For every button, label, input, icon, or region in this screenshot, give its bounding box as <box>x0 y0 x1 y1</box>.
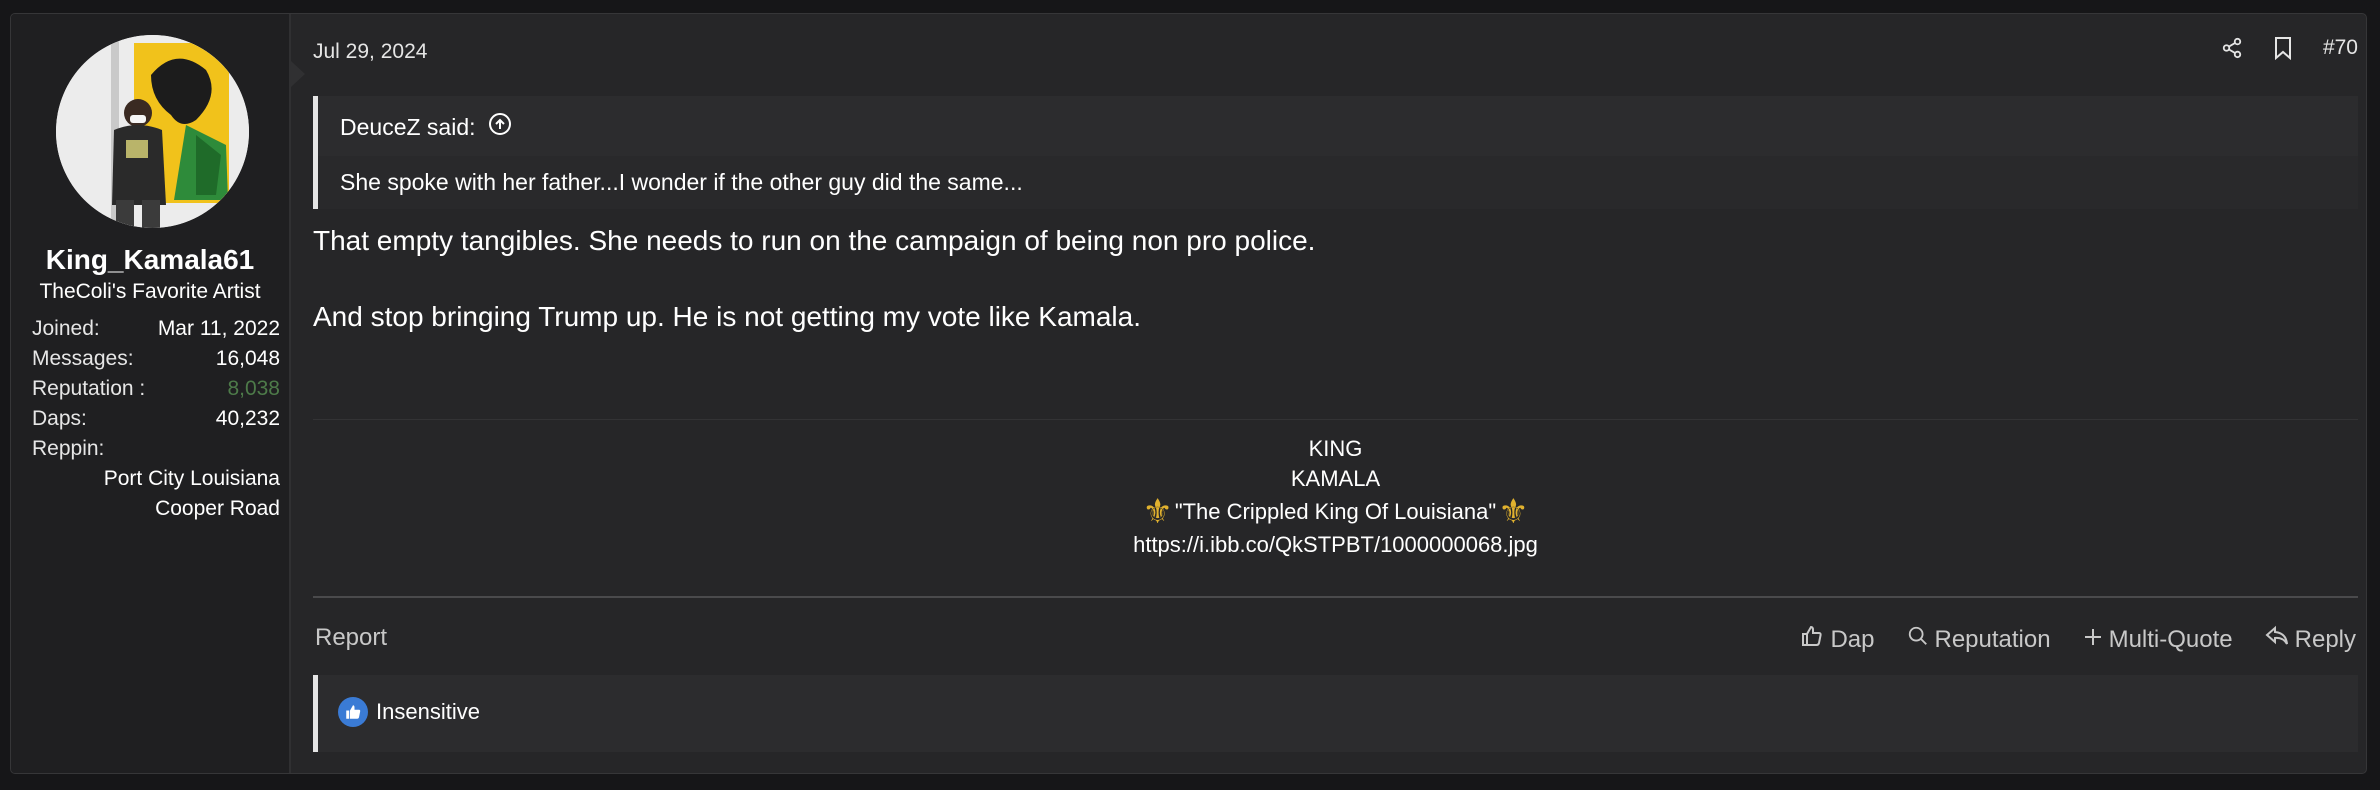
signature-url[interactable]: https://i.ibb.co/QkSTPBT/1000000068.jpg <box>313 530 2358 560</box>
signature-quote-text: "The Crippled King Of Louisiana" <box>1174 499 1497 524</box>
post-number[interactable]: #70 <box>2323 36 2358 60</box>
dap-label: Dap <box>1830 625 1875 653</box>
dap-button[interactable]: Dap <box>1800 624 1875 655</box>
multi-quote-button[interactable]: Multi-Quote <box>2083 626 2233 654</box>
fleur-de-lis-icon: ⚜ <box>1142 493 1173 531</box>
reputation-button[interactable]: Reputation <box>1907 625 2051 654</box>
report-link[interactable]: Report <box>315 624 387 652</box>
avatar-image <box>56 35 249 228</box>
message-paragraph: That empty tangibles. She needs to run o… <box>313 225 1316 256</box>
stat-key: Daps: <box>32 407 87 430</box>
post-main: Jul 29, 2024 #70 DeuceZ said: She spoke … <box>313 14 2358 773</box>
message-paragraph: And stop bringing Trump up. He is not ge… <box>313 301 1141 332</box>
quote-author: DeuceZ said: <box>340 113 476 140</box>
reputation-label: Reputation <box>1934 625 2051 653</box>
reactions-bar: Insensitive <box>313 675 2358 752</box>
stat-reppin: Reppin: <box>32 434 280 464</box>
fleur-de-lis-icon: ⚜ <box>1498 493 1529 531</box>
reply-button[interactable]: Reply <box>2265 625 2356 654</box>
stat-messages: Messages: 16,048 <box>32 344 280 374</box>
stat-daps: Daps: 40,232 <box>32 404 280 434</box>
username[interactable]: King_Kamala61 <box>11 244 289 276</box>
quote-block: DeuceZ said: She spoke with her father..… <box>313 96 2358 209</box>
bookmark-icon[interactable] <box>2273 36 2293 60</box>
reply-icon <box>2265 625 2289 654</box>
stat-key: Reputation : <box>32 377 146 400</box>
quote-header[interactable]: DeuceZ said: <box>340 112 512 142</box>
sidebar-arrow <box>291 61 305 87</box>
avatar[interactable] <box>56 35 249 228</box>
signature-line: KING <box>1308 436 1363 461</box>
user-stats: Joined: Mar 11, 2022 Messages: 16,048 Re… <box>32 314 280 524</box>
search-icon <box>1907 625 1929 654</box>
stat-key: Joined: <box>32 317 100 340</box>
arrow-up-circle-icon[interactable] <box>488 112 512 142</box>
reaction-label: Insensitive <box>376 699 480 724</box>
forum-post: King_Kamala61 TheColi's Favorite Artist … <box>10 13 2367 774</box>
signature: KING KAMALA ⚜ "The Crippled King Of Loui… <box>313 419 2358 598</box>
stat-value: 8,038 <box>227 377 280 400</box>
stat-value[interactable]: 16,048 <box>216 344 280 374</box>
stat-key: Messages: <box>32 347 134 370</box>
user-sidebar: King_Kamala61 TheColi's Favorite Artist … <box>11 14 291 773</box>
reppin-value: Port City Louisiana Cooper Road <box>103 467 280 520</box>
signature-quote: ⚜ "The Crippled King Of Louisiana" ⚜ <box>313 494 2358 530</box>
quote-text: She spoke with her father...I wonder if … <box>318 156 2358 209</box>
thumbs-up-icon <box>1800 624 1824 655</box>
message-body: That empty tangibles. She needs to run o… <box>313 222 1315 336</box>
post-header-actions: #70 <box>2221 36 2358 60</box>
stat-reputation: Reputation : 8,038 <box>32 374 280 404</box>
stat-value: 40,232 <box>215 407 280 430</box>
like-icon <box>338 697 368 727</box>
post-date[interactable]: Jul 29, 2024 <box>313 40 427 64</box>
plus-icon <box>2083 626 2103 654</box>
share-icon[interactable] <box>2221 37 2243 59</box>
stat-joined: Joined: Mar 11, 2022 <box>32 314 280 344</box>
footer-actions: Dap Reputation Multi-Quote Reply <box>1800 624 2356 655</box>
stat-value: Mar 11, 2022 <box>157 317 280 340</box>
user-title: TheColi's Favorite Artist <box>39 280 261 303</box>
reply-label: Reply <box>2294 625 2356 653</box>
stat-key: Reppin: <box>32 437 105 460</box>
signature-line: KAMALA <box>1290 466 1381 491</box>
multi-quote-label: Multi-Quote <box>2108 625 2233 653</box>
post-footer: Report Dap Reputation Multi-Quote Reply <box>313 618 2358 658</box>
reaction-summary[interactable]: Insensitive <box>338 697 480 727</box>
